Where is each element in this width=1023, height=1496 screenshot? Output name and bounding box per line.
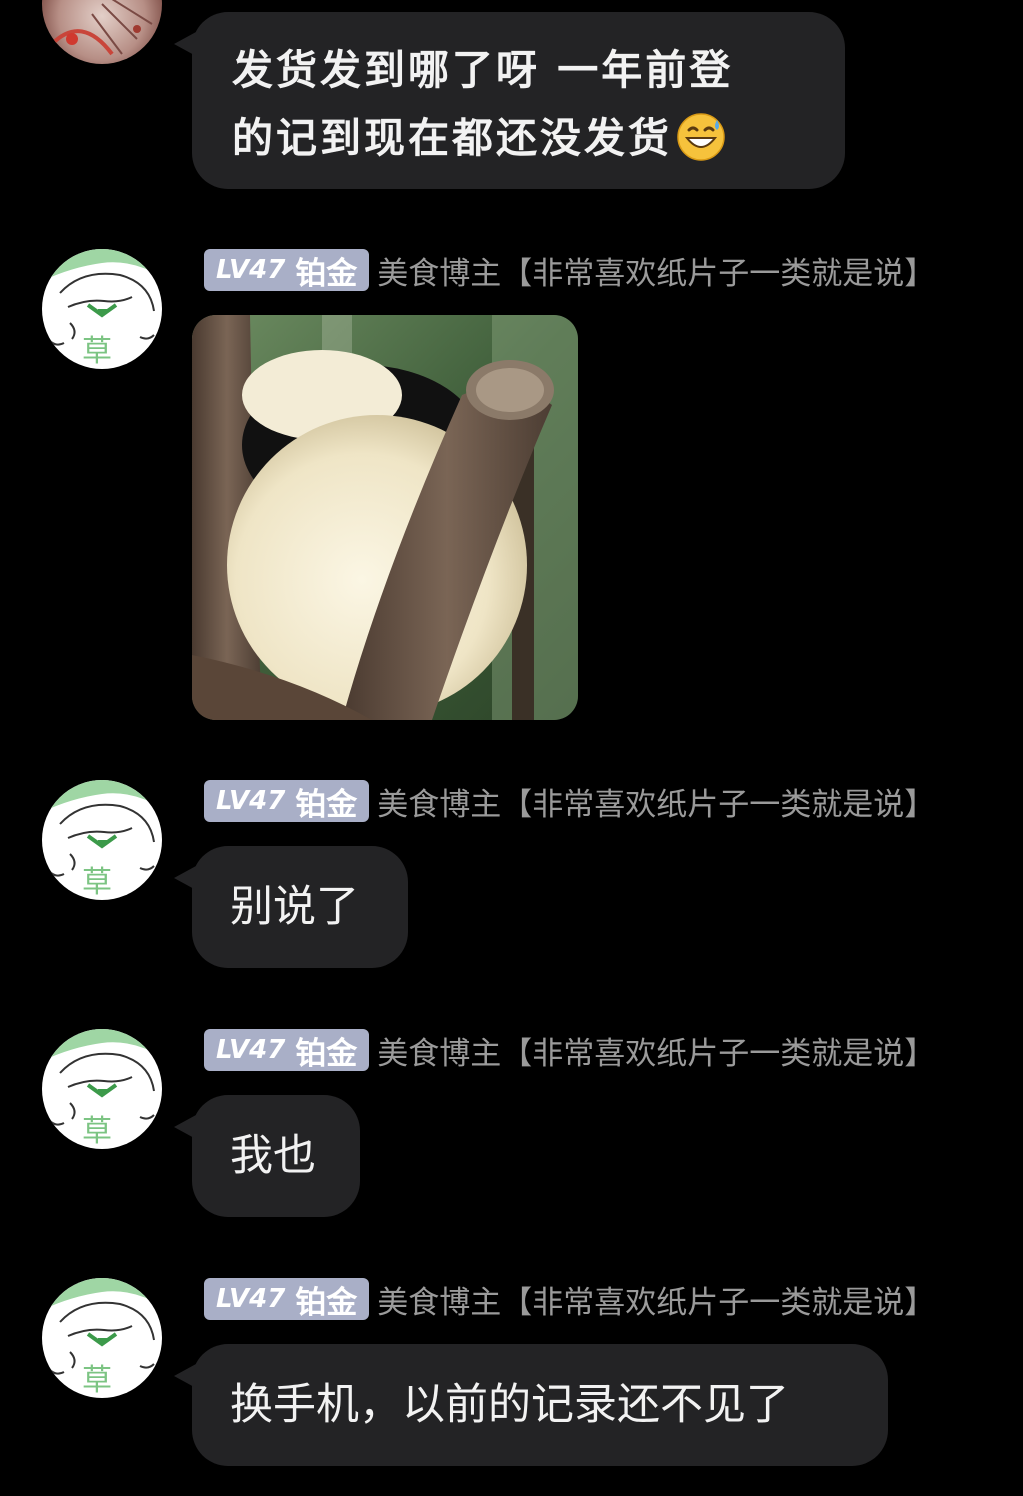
sender-meta-3: LV47 铂金 美食博主【非常喜欢纸片子一类就是说】 [204,780,936,823]
avatar-char: 草 [82,334,112,369]
user-title: 美食博主【非常喜欢纸片子一类就是说】 [377,1284,936,1321]
avatar-char: 草 [82,1114,112,1149]
message-bubble-1[interactable]: 发货发到哪了呀 一年前登 的记到现在都还没发货 [174,12,845,189]
avatar-other-user[interactable] [42,0,162,64]
grass-character-avatar: 草 [42,780,162,900]
level-number: LV47 [216,1284,286,1314]
grass-character-avatar: 草 [42,1278,162,1398]
level-badge[interactable]: LV47 铂金 [204,1278,370,1321]
photo-image [192,315,578,720]
message-bubble-3[interactable]: 别说了 [174,846,408,968]
sender-meta-4: LV47 铂金 美食博主【非常喜欢纸片子一类就是说】 [204,1029,936,1072]
message-text-line-2: 的记到现在都还没发货 [232,104,845,172]
user-title: 美食博主【非常喜欢纸片子一类就是说】 [377,1035,936,1072]
level-tier: 铂金 [295,786,358,823]
grass-character-avatar: 草 [42,1029,162,1149]
message-text: 别说了 [230,882,359,932]
message-text: 我也 [230,1131,316,1181]
grinning-sweat-emoji [677,113,725,161]
level-badge[interactable]: LV47 铂金 [204,249,370,292]
avatar-user[interactable]: 草 [42,249,162,369]
user-title: 美食博主【非常喜欢纸片子一类就是说】 [377,786,936,823]
avatar-char: 草 [82,865,112,900]
level-number: LV47 [216,786,286,816]
level-number: LV47 [216,1035,286,1065]
level-tier: 铂金 [295,255,358,292]
sender-meta-5: LV47 铂金 美食博主【非常喜欢纸片子一类就是说】 [204,1278,936,1321]
level-tier: 铂金 [295,1284,358,1321]
level-badge[interactable]: LV47 铂金 [204,1029,370,1072]
message-bubble-5[interactable]: 换手机，以前的记录还不见了 [174,1344,888,1466]
avatar-image [42,0,162,64]
message-text-line-1: 发货发到哪了呀 一年前登 [232,46,734,94]
avatar-user[interactable]: 草 [42,1029,162,1149]
message-text: 换手机，以前的记录还不见了 [230,1380,789,1430]
avatar-user[interactable]: 草 [42,1278,162,1398]
user-title: 美食博主【非常喜欢纸片子一类就是说】 [377,255,936,292]
avatar-char: 草 [82,1363,112,1398]
message-bubble-4[interactable]: 我也 [174,1095,360,1217]
level-number: LV47 [216,255,286,285]
panda-on-tree-photo[interactable] [192,315,578,720]
avatar-user[interactable]: 草 [42,780,162,900]
grass-character-avatar: 草 [42,249,162,369]
level-tier: 铂金 [295,1035,358,1072]
sender-meta-2: LV47 铂金 美食博主【非常喜欢纸片子一类就是说】 [204,249,936,292]
level-badge[interactable]: LV47 铂金 [204,780,370,823]
